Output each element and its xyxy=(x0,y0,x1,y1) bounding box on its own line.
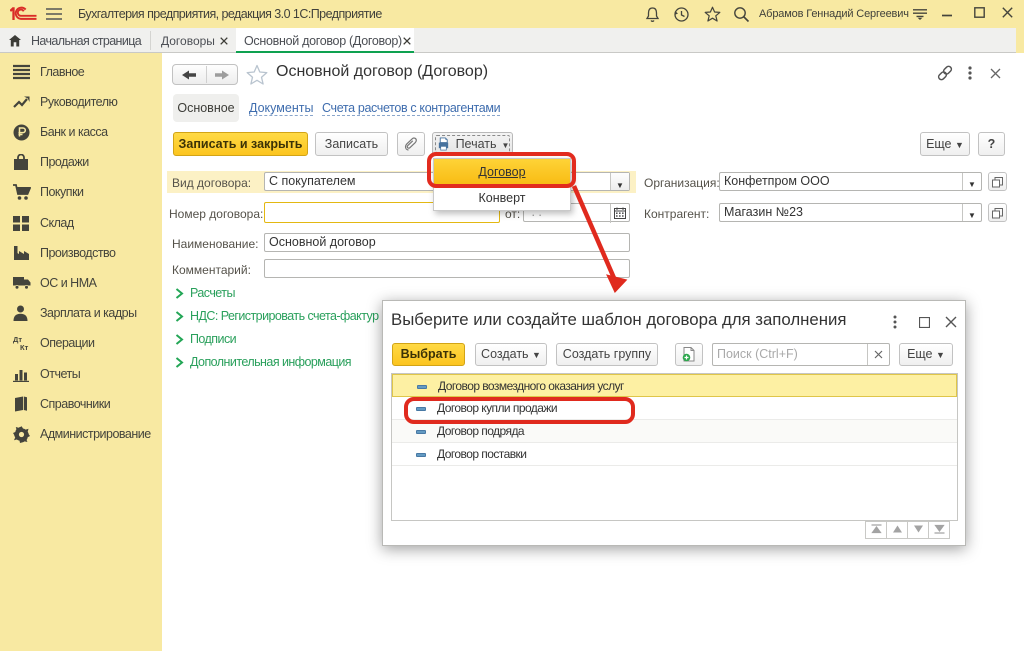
svg-text:Кт: Кт xyxy=(20,343,29,352)
